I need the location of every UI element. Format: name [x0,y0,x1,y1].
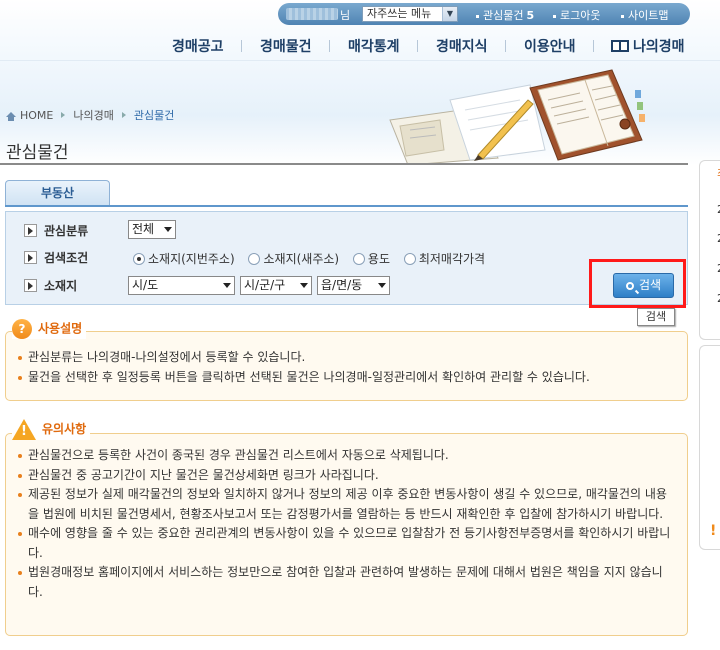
radio-circle [403,253,416,265]
search-tooltip: 검색 [637,308,675,326]
nav-divider [505,40,506,52]
quick-menu-select[interactable]: 자주쓰는 메뉴 ▼ [362,6,458,22]
nav-my-auction[interactable]: 나의경매 [611,36,685,56]
eupmyeondong-select[interactable]: 읍/면/동 [317,276,390,295]
search-icon [625,282,634,290]
bullet-icon [476,14,479,18]
chevron-down-icon: ▼ [442,7,457,21]
list-item: 법원경매정보 홈페이지에서 서비스하는 정보만으로 참여한 입찰과 관련하여 발… [16,563,675,602]
main-nav: 경매공고 경매물건 매각통계 경매지식 이용안내 나의경매 [0,36,720,56]
warning-icon [12,419,36,440]
list-item: 관심물건 중 공고기간이 지난 물건은 물건상세화면 링크가 사라집니다. [16,466,675,486]
chevron-down-icon [223,283,231,288]
radio-road-address[interactable]: 소재지(새주소) [248,250,339,267]
chevron-down-icon [164,227,172,232]
sigungu-select[interactable]: 시/군/구 [240,276,312,295]
location-label: 소재지 [24,277,77,294]
chevron-down-icon [300,283,308,288]
breadcrumb: HOME 나의경매 관심물건 [6,107,174,123]
sidebar-panel-fragment [699,345,720,550]
category-row: 관심분류 전체 [6,219,687,241]
list-item: 관심분류는 나의경매-나의설정에서 등록할 수 있습니다. [16,348,675,368]
book-icon [611,40,629,52]
user-suffix: 님 [340,9,351,22]
utility-bar: 님 자주쓰는 메뉴 ▼ 관심물건 5 로그아웃 사이트맵 [278,3,690,25]
quick-menu-label: 자주쓰는 메뉴 [367,7,432,20]
chevron-down-icon [378,283,386,288]
user-name-redacted [286,8,338,20]
title-divider [0,163,688,165]
breadcrumb-separator [61,112,66,118]
sitemap-link[interactable]: 사이트맵 [621,7,668,23]
usage-box: 관심분류는 나의경매-나의설정에서 등록할 수 있습니다. 물건을 선택한 후 … [5,331,688,401]
radio-circle [248,253,261,265]
logout-link[interactable]: 로그아웃 [553,7,600,23]
usage-title: ? 사용설명 [12,319,87,339]
notice-list: 관심물건으로 등록한 사건이 종국된 경우 관심물건 리스트에서 자동으로 삭제… [16,446,675,602]
tab-underline [5,205,688,207]
breadcrumb-my-auction[interactable]: 나의경매 [73,109,113,122]
search-panel: 관심분류 전체 검색조건 소재지(지번주소) 소재지(새주소) 용도 최저매각가… [5,211,688,305]
chevron-right-icon [24,251,37,264]
chevron-right-icon [24,224,37,237]
usage-list: 관심분류는 나의경매-나의설정에서 등록할 수 있습니다. 물건을 선택한 후 … [16,348,675,387]
radio-circle [352,253,365,265]
category-label: 관심분류 [24,222,88,239]
list-item: 매수에 영향을 줄 수 있는 중요한 권리관계의 변동사항이 있을 수 있으므로… [16,524,675,563]
radio-lot-address[interactable]: 소재지(지번주소) [133,250,235,267]
sido-select[interactable]: 시/도 [128,276,235,295]
nav-divider [241,40,242,52]
notice-title: 유의사항 [12,419,91,440]
home-icon [6,112,16,121]
nav-divider [417,40,418,52]
breadcrumb-separator [121,112,126,118]
nav-auction-notice[interactable]: 경매공고 [172,36,224,56]
radio-usage[interactable]: 용도 [352,250,390,267]
info-icon: ? [12,319,32,339]
warning-icon: ! [710,523,717,539]
watchlist-link[interactable]: 관심물건 5 [476,7,534,23]
location-row: 소재지 시/도 시/군/구 읍/면/동 [6,274,687,296]
page-title: 관심물건 [6,143,69,163]
radio-circle [133,253,145,265]
nav-auction-items[interactable]: 경매물건 [260,36,312,56]
list-item: 제공된 정보가 실제 매각물건의 정보와 일치하지 않거나 정보의 제공 이후 … [16,485,675,524]
notice-box: 관심물건으로 등록한 사건이 종국된 경우 관심물건 리스트에서 자동으로 삭제… [5,433,688,636]
nav-sale-statistics[interactable]: 매각통계 [348,36,400,56]
header-illustration [389,69,645,165]
chevron-right-icon [24,279,37,292]
bullet-icon [553,14,556,18]
tab-real-estate[interactable]: 부동산 [5,180,110,206]
nav-auction-knowledge[interactable]: 경매지식 [436,36,488,56]
category-select[interactable]: 전체 [128,220,176,239]
sidebar-panel-fragment [699,160,720,340]
nav-divider [329,40,330,52]
condition-row: 검색조건 소재지(지번주소) 소재지(새주소) 용도 최저매각가격 [6,246,687,268]
radio-min-price[interactable]: 최저매각가격 [403,250,485,267]
condition-radio-group: 소재지(지번주소) 소재지(새주소) 용도 최저매각가격 [133,250,495,267]
breadcrumb-home[interactable]: HOME [20,109,53,122]
list-item: 물건을 선택한 후 일정등록 버튼을 클릭하면 선택된 물건은 나의경매-일정관… [16,368,675,388]
breadcrumb-current: 관심물건 [133,109,175,122]
list-item: 관심물건으로 등록한 사건이 종국된 경우 관심물건 리스트에서 자동으로 삭제… [16,446,675,466]
nav-usage-guide[interactable]: 이용안내 [524,36,576,56]
watchlist-count: 5 [526,9,535,22]
condition-label: 검색조건 [24,249,88,266]
bullet-icon [621,14,624,18]
search-button[interactable]: 검색 [613,273,674,298]
nav-divider [593,40,594,52]
